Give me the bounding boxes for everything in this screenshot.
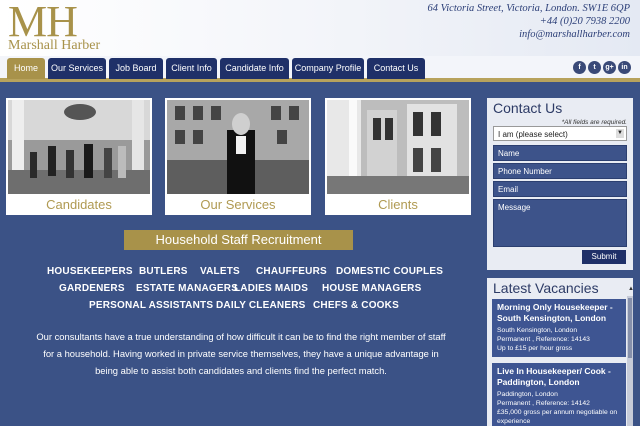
vacancy-details: Paddington, London Permanent , Reference… xyxy=(497,390,621,426)
contact-title: Contact Us xyxy=(493,100,563,116)
tile-caption: Our Services xyxy=(200,197,276,212)
vacancy-salary: £35,000 gross per annum negotiable on ex… xyxy=(497,409,618,425)
services-photo xyxy=(167,100,309,194)
nav-candidate-info[interactable]: Candidate Info xyxy=(220,58,289,79)
clients-photo xyxy=(327,100,469,194)
vacancies-scrollbar[interactable] xyxy=(627,296,633,426)
vacancies-title: Latest Vacancies xyxy=(493,280,599,296)
role-link[interactable]: DAILY CLEANERS xyxy=(216,300,306,311)
required-note: *All fields are required. xyxy=(561,119,627,126)
twitter-icon[interactable]: t xyxy=(588,61,601,74)
vacancy-type: Permanent , Reference: 14142 xyxy=(497,400,590,407)
nav-our-services[interactable]: Our Services xyxy=(48,58,106,79)
vacancy-title[interactable]: Morning Only Housekeeper - South Kensing… xyxy=(497,302,621,324)
scrollbar-thumb[interactable] xyxy=(628,298,632,358)
section-heading: Household Staff Recruitment xyxy=(124,230,353,250)
role-link[interactable]: HOUSEKEEPERS xyxy=(47,266,133,277)
role-link[interactable]: CHAUFFEURS xyxy=(256,266,327,277)
role-link[interactable]: HOUSE MANAGERS xyxy=(322,283,421,294)
site-header: MH Marshall Harber 64 Victoria Street, V… xyxy=(0,0,640,56)
tile-candidates[interactable]: Candidates xyxy=(6,98,152,215)
tile-caption: Candidates xyxy=(46,197,112,212)
role-link[interactable]: LADIES MAIDS xyxy=(234,283,308,294)
vacancy-salary: Up to £15 per hour gross xyxy=(497,345,573,352)
tile-caption: Clients xyxy=(378,197,418,212)
message-field[interactable]: Message xyxy=(493,199,627,247)
phone-text: +44 (0)20 7938 2200 xyxy=(539,16,630,27)
scroll-up-icon[interactable]: ▲ xyxy=(628,285,634,293)
chevron-down-icon: ▼ xyxy=(616,129,624,138)
phone-field[interactable]: Phone Number xyxy=(493,163,627,179)
vacancy-type: Permanent , Reference: 14143 xyxy=(497,336,590,343)
nav-home[interactable]: Home xyxy=(7,58,45,79)
vacancy-location: South Kensington, London xyxy=(497,327,578,334)
nav-job-board[interactable]: Job Board xyxy=(109,58,163,79)
nav-client-info[interactable]: Client Info xyxy=(166,58,217,79)
vacancy-card[interactable]: Morning Only Housekeeper - South Kensing… xyxy=(492,299,626,357)
vacancy-card[interactable]: Live In Housekeeper/ Cook - Paddington, … xyxy=(492,363,626,426)
nav-contact-us[interactable]: Contact Us xyxy=(367,58,425,79)
role-link[interactable]: DOMESTIC COUPLES xyxy=(336,266,443,277)
role-link[interactable]: ESTATE MANAGERS xyxy=(136,283,238,294)
submit-button[interactable]: Submit xyxy=(582,250,626,264)
candidates-photo xyxy=(8,100,150,194)
intro-paragraph: Our consultants have a true understandin… xyxy=(36,331,446,376)
role-link[interactable]: VALETS xyxy=(200,266,240,277)
tile-our-services[interactable]: Our Services xyxy=(165,98,311,215)
vacancy-location: Paddington, London xyxy=(497,391,558,398)
google-plus-icon[interactable]: g+ xyxy=(603,61,616,74)
linkedin-icon[interactable]: in xyxy=(618,61,631,74)
name-field[interactable]: Name xyxy=(493,145,627,161)
contact-panel: Contact Us *All fields are required. I a… xyxy=(487,98,633,270)
facebook-icon[interactable]: f xyxy=(573,61,586,74)
email-field[interactable]: Email xyxy=(493,181,627,197)
nav-company-profile[interactable]: Company Profile xyxy=(292,58,364,79)
role-link[interactable]: CHEFS & COOKS xyxy=(313,300,399,311)
role-link[interactable]: GARDENERS xyxy=(59,283,125,294)
tile-clients[interactable]: Clients xyxy=(325,98,471,215)
select-value: I am (please select) xyxy=(498,130,568,139)
vacancy-title[interactable]: Live In Housekeeper/ Cook - Paddington, … xyxy=(497,366,621,388)
address-text: 64 Victoria Street, Victoria, London. SW… xyxy=(427,3,631,14)
logo-name[interactable]: Marshall Harber xyxy=(8,38,100,54)
role-link[interactable]: PERSONAL ASSISTANTS xyxy=(89,300,213,311)
vacancy-details: South Kensington, London Permanent , Ref… xyxy=(497,326,621,353)
role-link[interactable]: BUTLERS xyxy=(139,266,188,277)
email-link[interactable]: info@marshallharber.com xyxy=(519,29,630,40)
enquiry-type-select[interactable]: I am (please select) ▼ xyxy=(493,126,627,141)
